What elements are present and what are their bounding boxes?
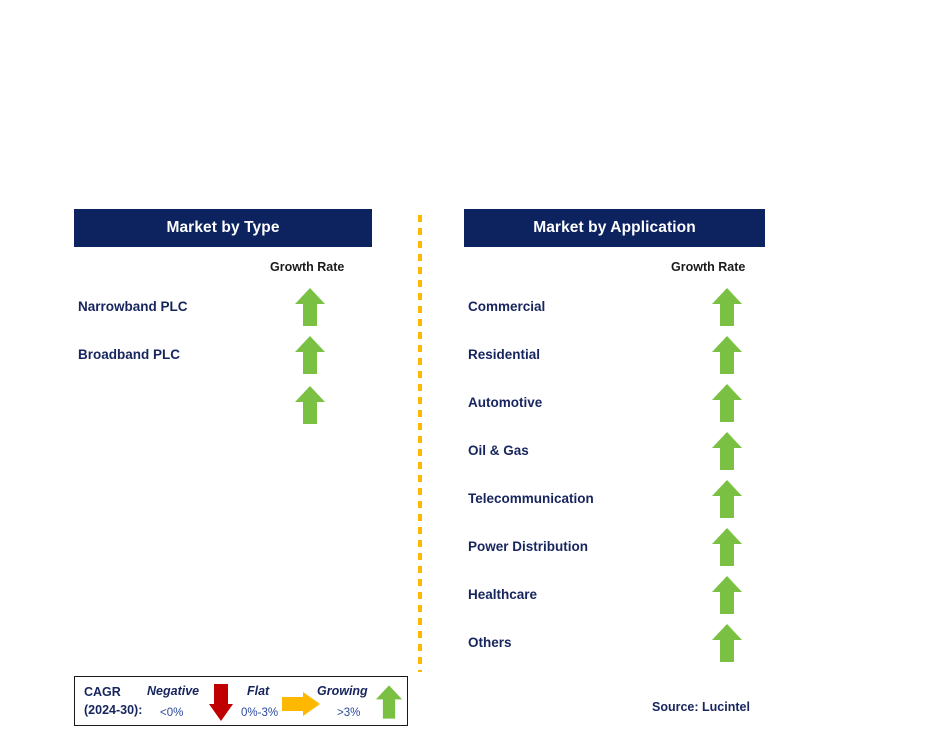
growth-arrow-type-3: [294, 385, 326, 425]
legend-range-negative: <0%: [160, 707, 184, 719]
row-label-commercial: Commercial: [468, 299, 546, 314]
legend-term-flat: Flat: [247, 684, 270, 698]
row-label-healthcare: Healthcare: [468, 587, 538, 602]
growth-arrow-power-distribution: [711, 527, 743, 567]
growth-arrow-automotive: [711, 383, 743, 423]
row-label-telecommunication: Telecommunication: [468, 491, 594, 506]
row-label-broadband-plc: Broadband PLC: [78, 347, 181, 362]
arrow-up-green-icon: [712, 528, 742, 566]
vertical-dashed-divider: [418, 215, 422, 672]
arrow-up-green-icon: [712, 576, 742, 614]
row-label-oil-and-gas: Oil & Gas: [468, 443, 529, 458]
growth-arrow-narrowband-plc: [294, 287, 326, 327]
growth-arrow-telecommunication: [711, 479, 743, 519]
legend-range-flat: 0%-3%: [241, 707, 279, 719]
legend-term-growing: Growing: [317, 684, 368, 698]
market-by-application-header-title: Market by Application: [533, 219, 696, 237]
market-by-application-header: Market by Application: [464, 209, 765, 247]
legend-term-negative: Negative: [147, 684, 200, 698]
growth-arrow-others: [711, 623, 743, 663]
row-label-narrowband-plc: Narrowband PLC: [78, 299, 188, 314]
arrow-up-green-icon: [712, 432, 742, 470]
legend-title-line2: (2024-30):: [84, 703, 143, 717]
arrow-up-green-icon: [712, 480, 742, 518]
arrow-up-green-icon: [295, 288, 325, 326]
growth-rate-caption-type: Growth Rate: [270, 260, 345, 274]
legend-icon-growing: [375, 682, 403, 727]
legend-range-growing: >3%: [337, 707, 361, 719]
market-by-application-panel: Market by Application: [464, 209, 765, 247]
growth-arrow-commercial: [711, 287, 743, 327]
growth-arrow-broadband-plc: [294, 335, 326, 375]
arrow-down-red-icon: [209, 684, 233, 721]
legend-title-line1: CAGR: [84, 685, 121, 699]
growth-arrow-oil-and-gas: [711, 431, 743, 471]
arrow-up-green-icon: [712, 288, 742, 326]
arrow-up-green-icon: [712, 336, 742, 374]
arrow-up-green-icon: [295, 386, 325, 424]
legend-icon-flat: [281, 691, 321, 722]
growth-arrow-healthcare: [711, 575, 743, 615]
row-label-power-distribution: Power Distribution: [468, 539, 589, 554]
cagr-legend: CAGR (2024-30): Negative <0% Flat 0%-3% …: [74, 676, 408, 726]
arrow-up-green-icon: [712, 624, 742, 662]
arrow-up-green-icon: [712, 384, 742, 422]
arrow-up-green-icon: [295, 336, 325, 374]
legend-title: CAGR (2024-30):: [84, 683, 142, 719]
source-note: Source: Lucintel: [652, 700, 750, 714]
row-label-residential: Residential: [468, 347, 541, 362]
market-by-type-header: Market by Type: [74, 209, 372, 247]
market-by-type-header-title: Market by Type: [166, 219, 280, 237]
arrow-up-green-icon: [375, 685, 403, 719]
market-by-type-panel: Market by Type: [74, 209, 372, 247]
row-label-others: Others: [468, 635, 512, 650]
legend-icon-negative: [208, 682, 234, 727]
arrow-right-amber-icon: [282, 692, 320, 716]
growth-arrow-residential: [711, 335, 743, 375]
row-label-automotive: Automotive: [468, 395, 543, 410]
growth-rate-caption-application: Growth Rate: [671, 260, 746, 274]
